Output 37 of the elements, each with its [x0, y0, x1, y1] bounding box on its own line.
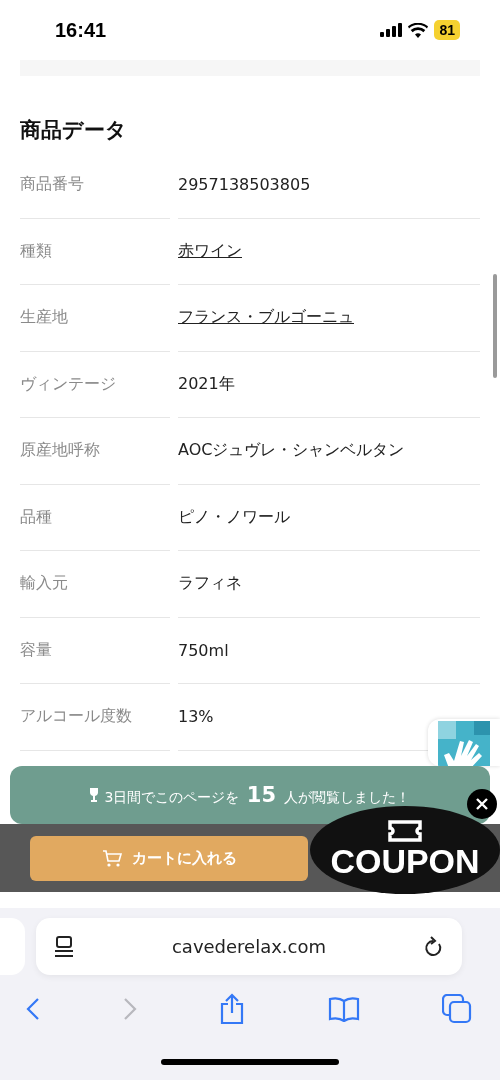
- address-bar[interactable]: cavederelax.com: [36, 918, 462, 975]
- ticket-icon: [388, 819, 422, 842]
- hand-icon[interactable]: [428, 719, 500, 766]
- row-label: 品種: [20, 506, 52, 528]
- battery-level: 81: [434, 20, 460, 40]
- row-label: 容量: [20, 639, 52, 661]
- section-title: 商品データ: [20, 117, 127, 144]
- row-value: 2957138503805: [178, 175, 311, 195]
- row-label: 商品番号: [20, 174, 84, 196]
- tabs-icon[interactable]: [442, 994, 472, 1024]
- row-label: アルコール度数: [20, 706, 132, 728]
- row-label: ヴィンテージ: [20, 373, 116, 395]
- wifi-icon: [408, 22, 429, 38]
- row-value: 13%: [178, 707, 214, 727]
- row-value: ラフィネ: [178, 573, 242, 595]
- value-link[interactable]: フランス・ブルゴーニュ: [178, 307, 354, 329]
- row-label: 生産地: [20, 307, 68, 329]
- close-button[interactable]: [467, 789, 497, 819]
- close-icon: [476, 798, 488, 810]
- views-message: 3日間でこのページを 15 人が閲覧しました！: [104, 783, 410, 807]
- row-label: 原産地呼称: [20, 440, 100, 462]
- reload-icon[interactable]: [424, 935, 444, 958]
- row-value: 750ml: [178, 640, 229, 660]
- cart-icon: [101, 849, 122, 868]
- wine-glass-icon: [90, 788, 99, 802]
- row-label: 輸入元: [20, 573, 68, 595]
- book-icon[interactable]: [327, 996, 360, 1022]
- row-value: AOCジュヴレ・シャンベルタン: [178, 440, 405, 462]
- row-label: 種類: [20, 240, 52, 262]
- value-link[interactable]: 赤ワイン: [178, 240, 242, 262]
- share-icon[interactable]: [219, 993, 245, 1025]
- row-value: 2021年: [178, 373, 235, 395]
- page-menu-icon: [54, 935, 74, 958]
- row-value: ピノ・ノワール: [178, 506, 290, 528]
- back-button[interactable]: [26, 997, 40, 1021]
- clock-time: 16:41: [55, 18, 107, 42]
- signal-icon: [380, 23, 403, 37]
